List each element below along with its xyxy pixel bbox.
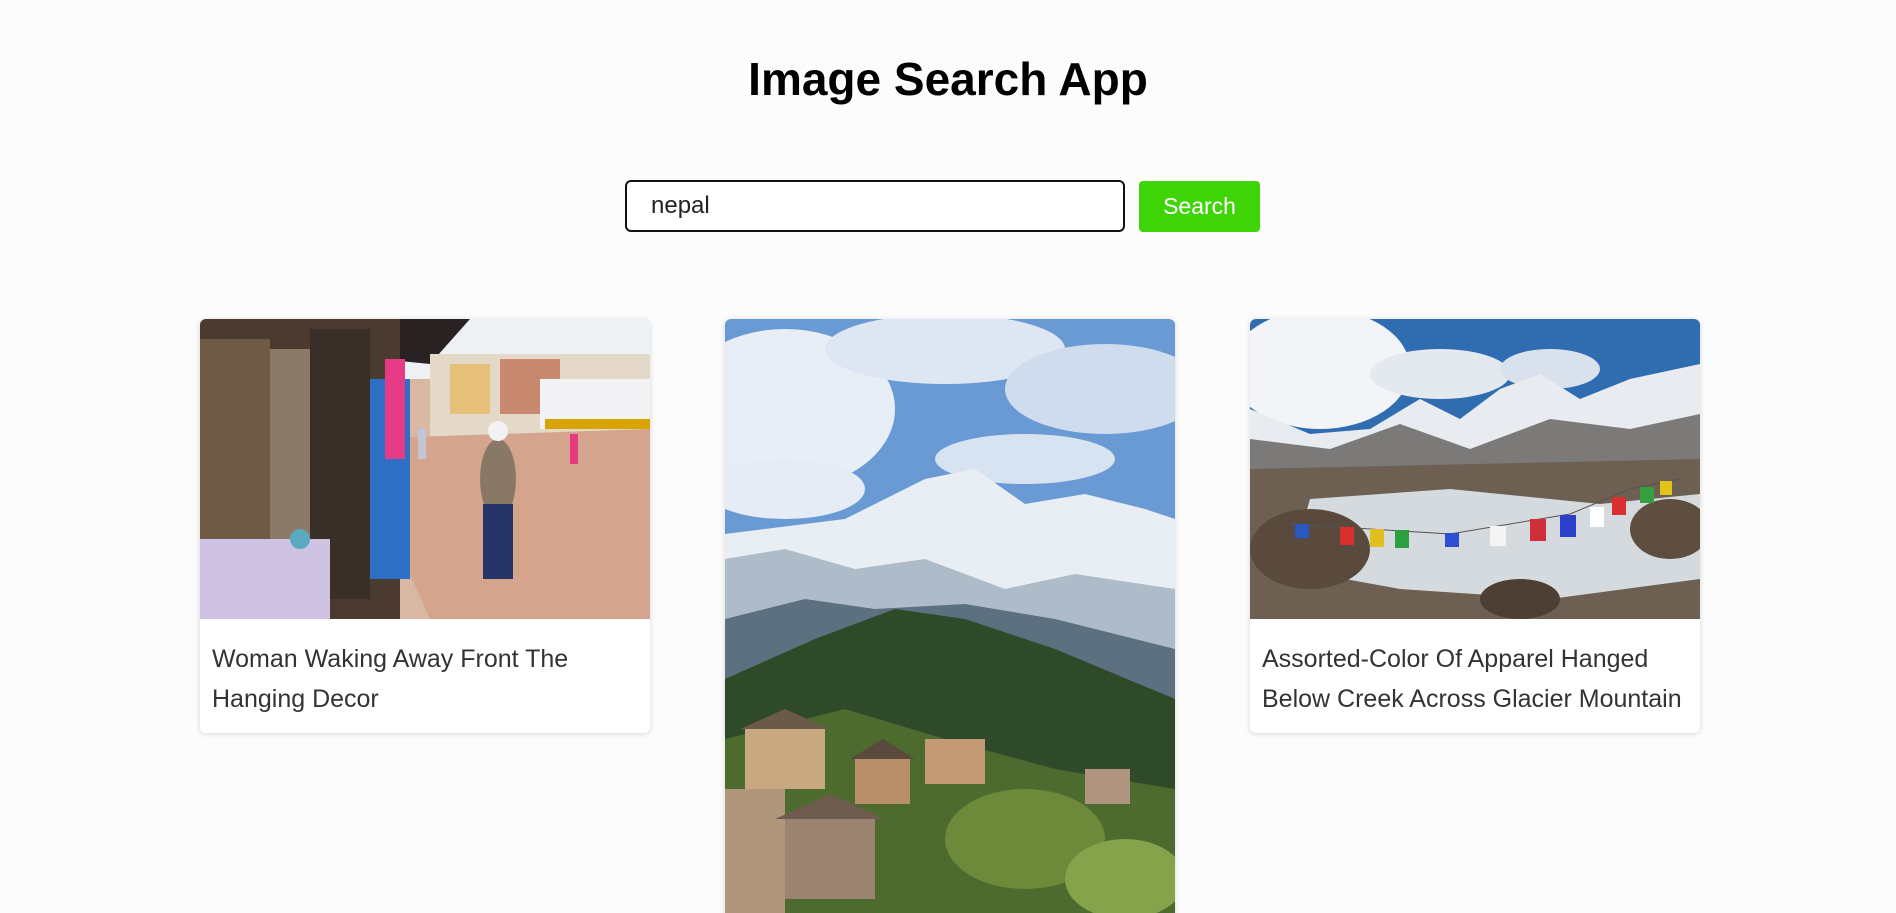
- result-card[interactable]: Assorted-Color Of Apparel Hanged Below C…: [1250, 319, 1700, 733]
- result-card[interactable]: Woman Waking Away Front The Hanging Deco…: [200, 319, 650, 733]
- mountain-village-photo[interactable]: [725, 319, 1175, 913]
- card-caption: Assorted-Color Of Apparel Hanged Below C…: [1262, 645, 1682, 713]
- image-search-app: Image Search App Search: [0, 0, 1896, 913]
- glacier-prayer-flags-photo[interactable]: [1250, 319, 1700, 619]
- result-card[interactable]: [725, 319, 1175, 913]
- page-title: Image Search App: [748, 53, 1148, 105]
- card-caption: Woman Waking Away Front The Hanging Deco…: [212, 645, 569, 713]
- market-street-photo[interactable]: [200, 319, 650, 619]
- search-button[interactable]: Search: [1139, 181, 1260, 232]
- search-input[interactable]: [625, 180, 1125, 232]
